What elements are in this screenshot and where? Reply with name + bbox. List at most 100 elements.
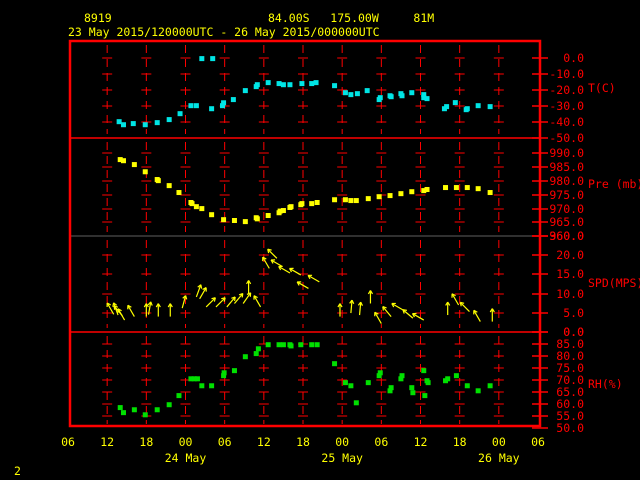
data-point: [166, 402, 172, 408]
y-tick-label: -50.0: [549, 131, 584, 145]
wind-arrow: [253, 295, 262, 308]
data-point: [424, 96, 430, 102]
data-point: [131, 162, 137, 168]
x-tick-label: 06: [374, 435, 388, 449]
data-point: [348, 92, 354, 98]
data-point: [209, 212, 215, 218]
data-point: [254, 216, 260, 222]
data-point: [443, 185, 449, 191]
data-point: [365, 380, 371, 386]
data-point: [176, 393, 182, 399]
data-point: [424, 186, 430, 192]
wind-arrow: [215, 297, 226, 308]
x-tick-label: 18: [139, 435, 153, 449]
data-point: [120, 158, 126, 164]
wind-arrow: [445, 301, 451, 316]
wind-arrow-shaft: [402, 309, 414, 319]
data-point: [299, 81, 305, 87]
data-point: [209, 383, 215, 389]
y-tick-label: 975.0: [549, 188, 584, 202]
wind-arrow: [402, 309, 414, 319]
wind-arrow: [337, 303, 343, 317]
data-point: [309, 342, 315, 348]
data-point: [210, 56, 216, 62]
data-point: [425, 380, 431, 386]
data-point: [377, 370, 383, 376]
data-point: [176, 190, 182, 196]
y-tick-label: 360.0: [549, 229, 584, 243]
y-tick-label: 985.0: [549, 160, 584, 174]
data-point: [120, 410, 126, 416]
data-point: [410, 390, 416, 396]
wind-arrow: [289, 267, 302, 276]
data-point: [332, 361, 338, 367]
y-tick-label: 990.0: [549, 146, 584, 160]
data-point: [154, 407, 160, 413]
wind-arrow: [226, 296, 236, 308]
y-tick-label: -30.0: [549, 99, 584, 113]
data-point: [193, 204, 199, 210]
data-point: [313, 80, 319, 86]
data-point: [188, 103, 194, 109]
y-tick-label: -10.0: [549, 67, 584, 81]
wind-arrow: [374, 311, 382, 324]
wind-arrow-shaft: [215, 297, 226, 308]
data-point: [221, 217, 227, 223]
data-point: [177, 111, 183, 117]
data-point: [475, 103, 481, 109]
data-point: [314, 342, 320, 348]
wind-arrow: [199, 287, 207, 300]
wind-arrow-head: [382, 306, 384, 311]
data-point: [487, 104, 493, 110]
wind-arrow: [459, 301, 470, 312]
wind-arrow: [382, 306, 392, 317]
data-point: [464, 185, 470, 191]
wind-arrow-shaft: [382, 306, 392, 317]
y-tick-label: 50.0: [556, 421, 584, 435]
wind-arrow-head: [113, 305, 116, 310]
data-point: [342, 197, 348, 203]
wind-arrow: [367, 290, 374, 304]
data-point: [388, 94, 394, 100]
data-point: [166, 183, 172, 189]
data-point: [452, 100, 458, 106]
station-location: 84.00S 175.00W 81M: [268, 11, 434, 25]
wind-arrow: [391, 302, 404, 311]
data-point: [353, 198, 359, 204]
data-point: [309, 81, 315, 87]
data-point: [453, 373, 459, 379]
data-point: [288, 204, 294, 210]
x-date-label: 24 May: [165, 451, 207, 465]
data-point: [409, 189, 415, 195]
data-point: [299, 201, 305, 207]
wind-arrow: [195, 284, 203, 298]
wind-arrow: [117, 308, 126, 321]
data-point: [120, 122, 126, 128]
data-point: [332, 197, 338, 203]
data-point: [142, 412, 148, 418]
data-point: [298, 342, 304, 348]
wind-arrow: [451, 293, 460, 306]
data-point: [209, 106, 215, 112]
x-tick-label: 18: [296, 435, 310, 449]
data-point: [117, 405, 123, 411]
wind-arrow: [242, 292, 252, 304]
data-point: [199, 383, 205, 389]
wind-arrow: [262, 256, 270, 269]
wind-arrow-shaft: [459, 301, 470, 312]
x-tick-label: 06: [61, 435, 75, 449]
wind-arrow: [143, 303, 149, 317]
x-tick-label: 12: [100, 435, 114, 449]
y-tick-label: 965.0: [549, 215, 584, 229]
data-point: [388, 385, 394, 391]
data-point: [364, 88, 370, 94]
data-point: [242, 354, 248, 360]
panel-label: SPD(MPS): [588, 276, 640, 290]
y-tick-label: 970.0: [549, 202, 584, 216]
x-tick-label: 12: [414, 435, 428, 449]
data-point: [194, 376, 200, 382]
x-date-label: 26 May: [478, 451, 520, 465]
data-point: [131, 407, 137, 413]
data-point: [354, 91, 360, 97]
wind-arrow: [127, 304, 135, 317]
